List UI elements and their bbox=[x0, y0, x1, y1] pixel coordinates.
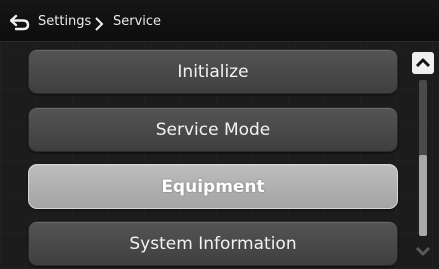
system-information-button[interactable]: System Information bbox=[28, 221, 398, 266]
breadcrumb-service: Service bbox=[113, 14, 162, 29]
scroll-track[interactable] bbox=[419, 80, 427, 236]
service-mode-button[interactable]: Service Mode bbox=[28, 107, 398, 152]
equipment-label: Equipment bbox=[161, 176, 265, 197]
service-mode-label: Service Mode bbox=[155, 119, 271, 140]
system-information-label: System Information bbox=[129, 233, 297, 254]
scroll-down-button[interactable] bbox=[412, 240, 434, 262]
title-bar: Settings Service bbox=[0, 0, 439, 42]
chevron-right-icon bbox=[94, 16, 104, 31]
equipment-button[interactable]: Equipment bbox=[28, 164, 398, 209]
chevron-down-icon bbox=[415, 246, 431, 256]
breadcrumb-settings[interactable]: Settings bbox=[38, 14, 91, 30]
chevron-up-icon bbox=[415, 58, 431, 68]
back-button[interactable] bbox=[9, 13, 30, 31]
scroll-up-button[interactable] bbox=[412, 52, 434, 74]
back-arrow-icon bbox=[9, 14, 30, 31]
service-menu-panel: Initialize Service Mode Equipment System… bbox=[0, 42, 439, 269]
scrollbar[interactable] bbox=[412, 52, 434, 264]
initialize-label: Initialize bbox=[177, 61, 249, 82]
scroll-thumb[interactable] bbox=[419, 155, 427, 236]
initialize-button[interactable]: Initialize bbox=[28, 49, 398, 94]
